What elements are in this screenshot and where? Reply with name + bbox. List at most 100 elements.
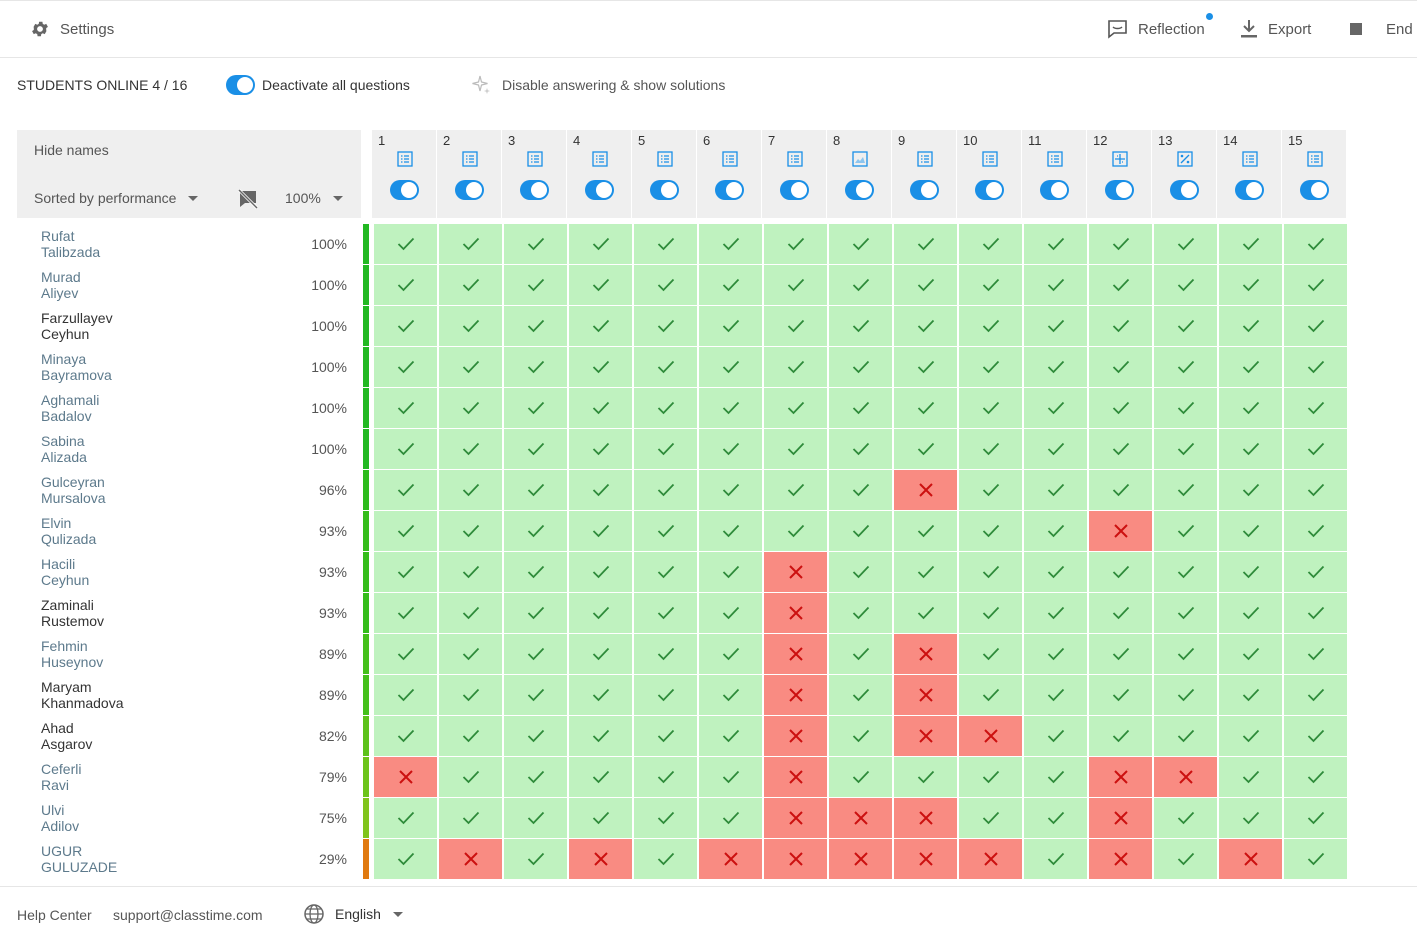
- correct-answer-cell[interactable]: [894, 757, 957, 797]
- question-column-header[interactable]: 4: [567, 130, 631, 218]
- settings-button[interactable]: Settings: [30, 1, 114, 57]
- correct-answer-cell[interactable]: [374, 675, 437, 715]
- question-active-toggle[interactable]: [910, 180, 939, 200]
- correct-answer-cell[interactable]: [894, 265, 957, 305]
- question-active-toggle[interactable]: [780, 180, 809, 200]
- correct-answer-cell[interactable]: [1024, 552, 1087, 592]
- correct-answer-cell[interactable]: [569, 470, 632, 510]
- correct-answer-cell[interactable]: [1284, 224, 1347, 264]
- correct-answer-cell[interactable]: [894, 347, 957, 387]
- correct-answer-cell[interactable]: [374, 839, 437, 879]
- correct-answer-cell[interactable]: [1089, 593, 1152, 633]
- correct-answer-cell[interactable]: [634, 675, 697, 715]
- incorrect-answer-cell[interactable]: [764, 634, 827, 674]
- correct-answer-cell[interactable]: [1219, 593, 1282, 633]
- incorrect-answer-cell[interactable]: [764, 839, 827, 879]
- correct-answer-cell[interactable]: [569, 511, 632, 551]
- correct-answer-cell[interactable]: [1284, 634, 1347, 674]
- correct-answer-cell[interactable]: [894, 511, 957, 551]
- correct-answer-cell[interactable]: [1154, 634, 1217, 674]
- percent-filter-dropdown[interactable]: 100%: [285, 190, 343, 206]
- incorrect-answer-cell[interactable]: [699, 839, 762, 879]
- correct-answer-cell[interactable]: [374, 224, 437, 264]
- support-email-link[interactable]: support@classtime.com: [113, 907, 263, 923]
- question-active-toggle[interactable]: [585, 180, 614, 200]
- correct-answer-cell[interactable]: [439, 552, 502, 592]
- correct-answer-cell[interactable]: [829, 388, 892, 428]
- question-column-header[interactable]: 5: [632, 130, 696, 218]
- correct-answer-cell[interactable]: [959, 388, 1022, 428]
- correct-answer-cell[interactable]: [1024, 347, 1087, 387]
- correct-answer-cell[interactable]: [569, 634, 632, 674]
- correct-answer-cell[interactable]: [1024, 839, 1087, 879]
- correct-answer-cell[interactable]: [1219, 757, 1282, 797]
- incorrect-answer-cell[interactable]: [764, 675, 827, 715]
- correct-answer-cell[interactable]: [1154, 798, 1217, 838]
- correct-answer-cell[interactable]: [569, 429, 632, 469]
- student-name[interactable]: Ahad Asgarov: [41, 716, 92, 756]
- correct-answer-cell[interactable]: [1024, 224, 1087, 264]
- question-active-toggle[interactable]: [845, 180, 874, 200]
- correct-answer-cell[interactable]: [699, 224, 762, 264]
- student-name[interactable]: Maryam Khanmadova: [41, 675, 124, 715]
- correct-answer-cell[interactable]: [1284, 839, 1347, 879]
- correct-answer-cell[interactable]: [1089, 716, 1152, 756]
- correct-answer-cell[interactable]: [374, 265, 437, 305]
- correct-answer-cell[interactable]: [1024, 388, 1087, 428]
- correct-answer-cell[interactable]: [439, 511, 502, 551]
- incorrect-answer-cell[interactable]: [764, 757, 827, 797]
- correct-answer-cell[interactable]: [1219, 552, 1282, 592]
- correct-answer-cell[interactable]: [1154, 306, 1217, 346]
- correct-answer-cell[interactable]: [699, 675, 762, 715]
- correct-answer-cell[interactable]: [699, 552, 762, 592]
- correct-answer-cell[interactable]: [829, 552, 892, 592]
- correct-answer-cell[interactable]: [1154, 347, 1217, 387]
- incorrect-answer-cell[interactable]: [569, 839, 632, 879]
- correct-answer-cell[interactable]: [1089, 675, 1152, 715]
- correct-answer-cell[interactable]: [439, 306, 502, 346]
- incorrect-answer-cell[interactable]: [959, 839, 1022, 879]
- correct-answer-cell[interactable]: [504, 429, 567, 469]
- correct-answer-cell[interactable]: [959, 511, 1022, 551]
- incorrect-answer-cell[interactable]: [1089, 511, 1152, 551]
- correct-answer-cell[interactable]: [439, 388, 502, 428]
- correct-answer-cell[interactable]: [634, 593, 697, 633]
- correct-answer-cell[interactable]: [374, 347, 437, 387]
- correct-answer-cell[interactable]: [894, 388, 957, 428]
- correct-answer-cell[interactable]: [894, 552, 957, 592]
- incorrect-answer-cell[interactable]: [894, 470, 957, 510]
- question-column-header[interactable]: 15: [1282, 130, 1346, 218]
- question-active-toggle[interactable]: [520, 180, 549, 200]
- end-button[interactable]: End: [1350, 1, 1413, 57]
- question-column-header[interactable]: 9: [892, 130, 956, 218]
- correct-answer-cell[interactable]: [504, 839, 567, 879]
- correct-answer-cell[interactable]: [1219, 511, 1282, 551]
- correct-answer-cell[interactable]: [634, 839, 697, 879]
- correct-answer-cell[interactable]: [764, 265, 827, 305]
- correct-answer-cell[interactable]: [1219, 798, 1282, 838]
- correct-answer-cell[interactable]: [1154, 470, 1217, 510]
- correct-answer-cell[interactable]: [829, 593, 892, 633]
- correct-answer-cell[interactable]: [1219, 716, 1282, 756]
- correct-answer-cell[interactable]: [1089, 634, 1152, 674]
- toggle-switch[interactable]: [226, 75, 255, 95]
- correct-answer-cell[interactable]: [699, 429, 762, 469]
- question-active-toggle[interactable]: [455, 180, 484, 200]
- correct-answer-cell[interactable]: [1024, 634, 1087, 674]
- correct-answer-cell[interactable]: [699, 634, 762, 674]
- correct-answer-cell[interactable]: [699, 388, 762, 428]
- correct-answer-cell[interactable]: [569, 347, 632, 387]
- incorrect-answer-cell[interactable]: [1089, 798, 1152, 838]
- correct-answer-cell[interactable]: [764, 470, 827, 510]
- question-active-toggle[interactable]: [1040, 180, 1069, 200]
- correct-answer-cell[interactable]: [1284, 470, 1347, 510]
- correct-answer-cell[interactable]: [569, 593, 632, 633]
- incorrect-answer-cell[interactable]: [1089, 839, 1152, 879]
- correct-answer-cell[interactable]: [1154, 716, 1217, 756]
- question-column-header[interactable]: 2: [437, 130, 501, 218]
- correct-answer-cell[interactable]: [634, 798, 697, 838]
- incorrect-answer-cell[interactable]: [894, 675, 957, 715]
- correct-answer-cell[interactable]: [634, 306, 697, 346]
- incorrect-answer-cell[interactable]: [764, 552, 827, 592]
- correct-answer-cell[interactable]: [894, 429, 957, 469]
